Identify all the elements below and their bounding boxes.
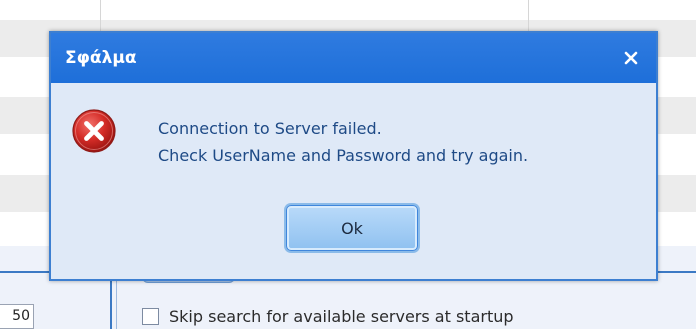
background-panel-divider [110, 273, 112, 329]
background-number-field[interactable]: 50 [0, 304, 34, 329]
skip-search-option[interactable]: Skip search for available servers at sta… [142, 304, 514, 328]
error-message-line-1: Connection to Server failed. [158, 119, 382, 138]
skip-search-checkbox[interactable] [142, 307, 159, 325]
dialog-title: Σφάλμα [65, 48, 137, 68]
ok-button[interactable]: Ok [286, 205, 418, 251]
close-button[interactable] [620, 47, 642, 69]
dialog-titlebar[interactable]: Σφάλμα [51, 33, 656, 83]
error-message-line-2: Check UserName and Password and try agai… [158, 146, 529, 165]
skip-search-label: Skip search for available servers at sta… [169, 306, 514, 326]
close-icon [624, 51, 638, 65]
error-message: Connection to Server failed. Check UserN… [158, 115, 528, 169]
error-dialog: Σφάλμα Connection to Server failed. Chec… [49, 31, 658, 281]
background-panel-divider [116, 273, 117, 329]
error-icon [72, 109, 116, 153]
